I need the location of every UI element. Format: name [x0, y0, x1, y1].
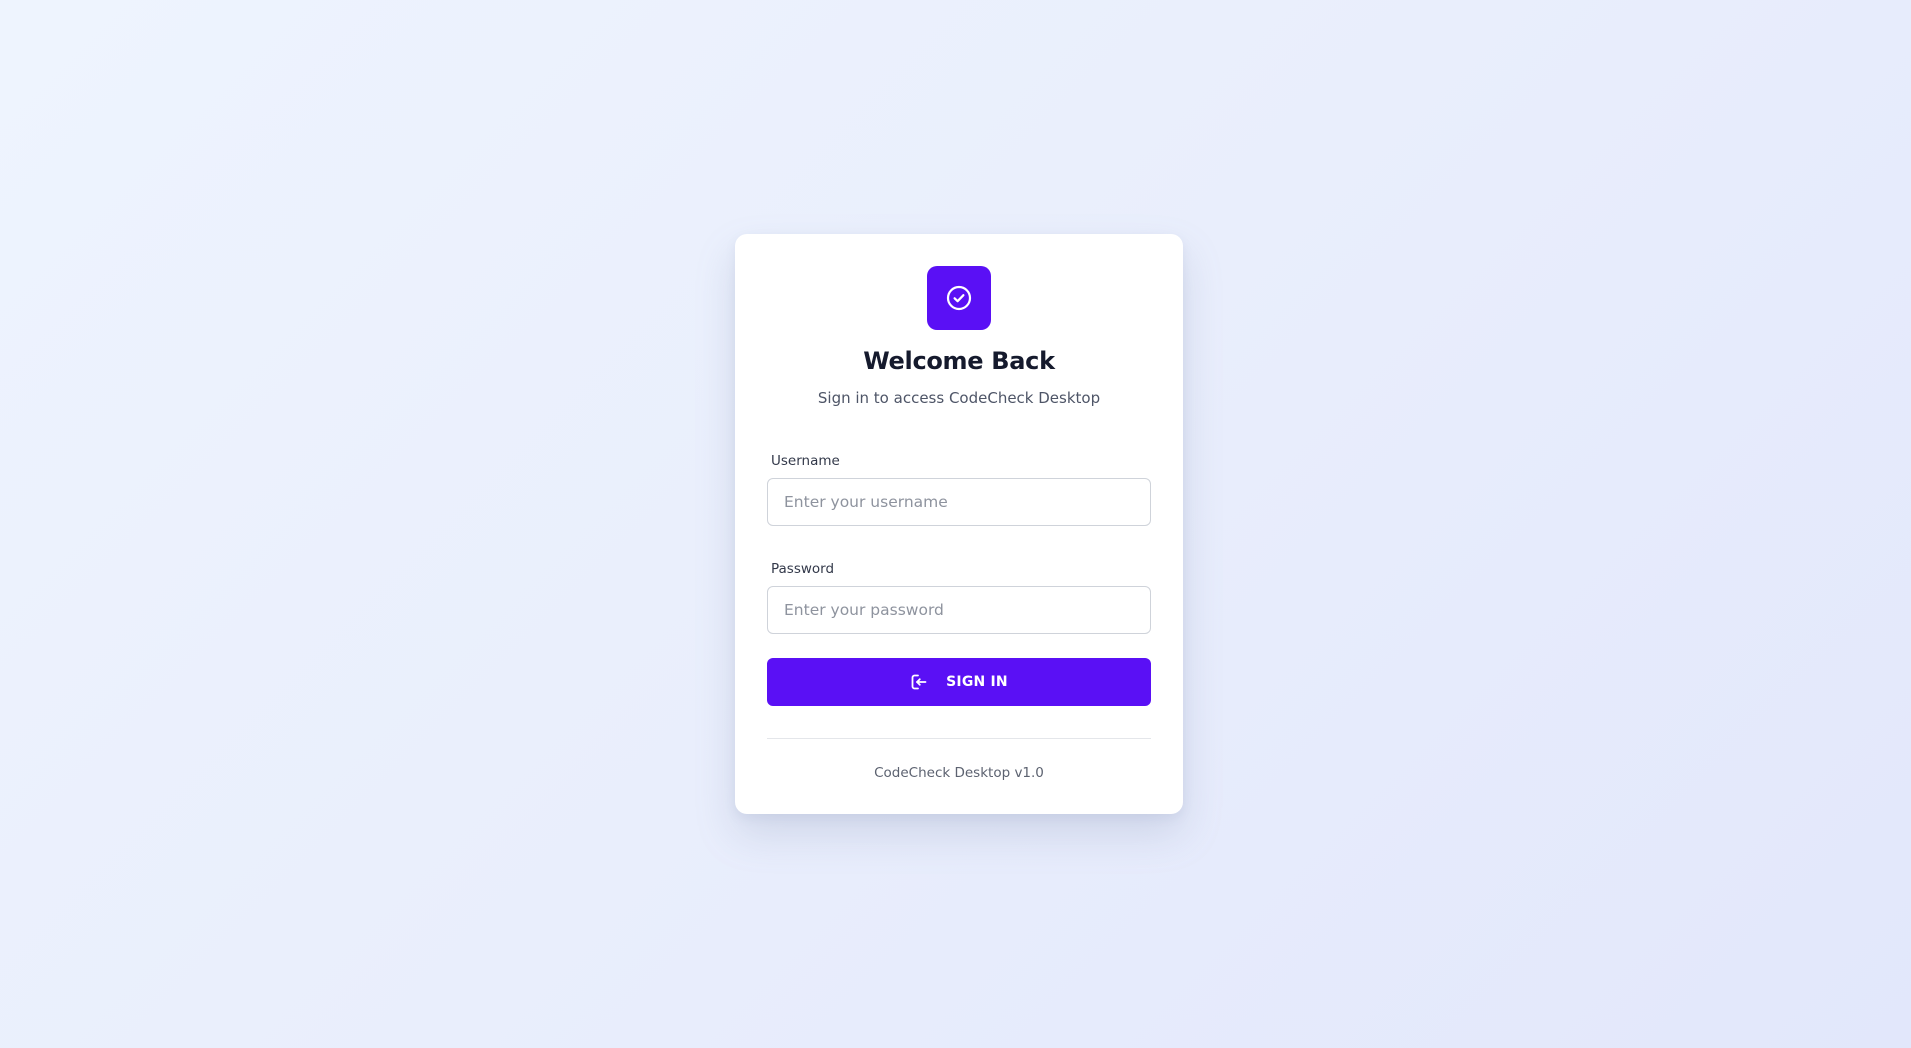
- page-title: Welcome Back: [863, 347, 1055, 375]
- password-label: Password: [771, 561, 835, 577]
- login-icon: [911, 674, 927, 690]
- username-label: Username: [771, 453, 840, 469]
- check-circle-icon: [946, 285, 972, 311]
- login-card: Welcome Back Sign in to access CodeCheck…: [735, 234, 1183, 814]
- sign-in-button[interactable]: SIGN IN: [767, 658, 1151, 706]
- username-input[interactable]: [767, 478, 1151, 526]
- page-subtitle: Sign in to access CodeCheck Desktop: [817, 389, 1101, 407]
- password-input[interactable]: [767, 586, 1151, 634]
- sign-in-label: SIGN IN: [946, 674, 1008, 690]
- app-logo: [927, 266, 991, 330]
- version-text: CodeCheck Desktop v1.0: [874, 765, 1044, 781]
- footer-divider: [767, 738, 1151, 739]
